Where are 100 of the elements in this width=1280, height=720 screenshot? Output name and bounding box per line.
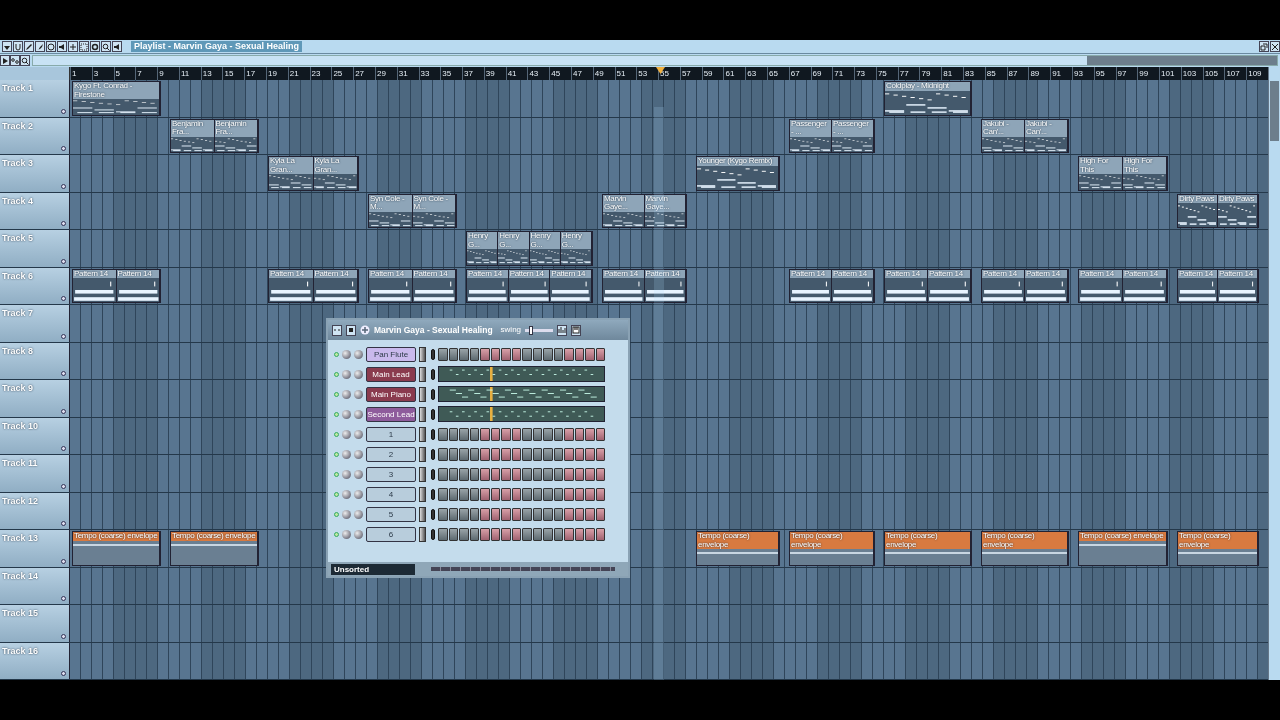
step-button[interactable] <box>480 467 490 481</box>
step-button[interactable] <box>459 467 469 481</box>
audio-clip[interactable]: Dirty Paws Dirty Paws <box>1177 193 1259 228</box>
step-button[interactable] <box>438 487 448 501</box>
step-button[interactable] <box>585 347 595 361</box>
step-button[interactable] <box>532 447 542 461</box>
step-button[interactable] <box>490 507 500 521</box>
step-button[interactable] <box>564 507 574 521</box>
scroll-thumb[interactable] <box>1087 56 1277 65</box>
step-button[interactable] <box>469 527 479 541</box>
step-button[interactable] <box>553 427 563 441</box>
channel-fader[interactable] <box>419 426 426 442</box>
step-button[interactable] <box>490 427 500 441</box>
automation-clip[interactable]: Tempo (coarse) envelope <box>884 531 972 566</box>
step-button[interactable] <box>522 347 532 361</box>
select-icon[interactable] <box>79 41 89 52</box>
restore-icon[interactable] <box>1259 41 1269 52</box>
step-button[interactable] <box>511 467 521 481</box>
step-button[interactable] <box>522 527 532 541</box>
track-header[interactable]: Track 14 <box>0 567 70 604</box>
step-button[interactable] <box>490 447 500 461</box>
step-button[interactable] <box>501 427 511 441</box>
channel-select-indicator[interactable] <box>431 508 435 520</box>
step-button[interactable] <box>532 427 542 441</box>
step-button[interactable] <box>564 467 574 481</box>
step-button[interactable] <box>574 467 584 481</box>
step-button[interactable] <box>511 527 521 541</box>
track-header[interactable]: Track 9 <box>0 380 70 417</box>
scroll-thumb[interactable] <box>1270 81 1279 141</box>
channel-fader[interactable] <box>419 446 426 462</box>
step-button[interactable] <box>595 467 605 481</box>
step-button[interactable] <box>574 487 584 501</box>
step-button[interactable] <box>532 507 542 521</box>
track-header[interactable]: Track 12 <box>0 492 70 529</box>
step-button[interactable] <box>469 467 479 481</box>
speaker-icon[interactable] <box>112 41 122 52</box>
gear-icon[interactable] <box>90 41 100 52</box>
pattern-scrollbar[interactable] <box>431 567 615 571</box>
pattern-clip[interactable]: Pattern 14 Pattern 14 Pattern 14 <box>466 268 593 303</box>
step-button[interactable] <box>448 527 458 541</box>
step-button[interactable] <box>511 427 521 441</box>
step-button[interactable] <box>532 467 542 481</box>
step-button[interactable] <box>553 507 563 521</box>
step-button[interactable] <box>438 467 448 481</box>
zoom-icon[interactable] <box>20 55 30 66</box>
channel-select-indicator[interactable] <box>431 528 435 540</box>
track-header[interactable]: Track 8 <box>0 342 70 379</box>
magnet-icon[interactable] <box>13 41 23 52</box>
step-button[interactable] <box>469 447 479 461</box>
automation-clip[interactable]: Tempo (coarse) envelope <box>1078 531 1168 566</box>
step-button[interactable] <box>553 447 563 461</box>
piano-keys-icon[interactable] <box>571 324 582 336</box>
step-button[interactable] <box>585 467 595 481</box>
audio-clip[interactable]: Younger (Kygo Remix) <box>696 156 780 191</box>
track-header[interactable]: Track 3 <box>0 155 70 192</box>
channel-fader[interactable] <box>419 366 426 382</box>
channel-fader[interactable] <box>419 406 426 422</box>
step-button[interactable] <box>480 347 490 361</box>
channel-button[interactable]: 2 <box>366 446 416 462</box>
step-button[interactable] <box>564 447 574 461</box>
channel-fader[interactable] <box>419 346 426 362</box>
channel-select-indicator[interactable] <box>431 408 435 420</box>
channel-select-indicator[interactable] <box>431 448 435 460</box>
menu-icon[interactable] <box>2 41 12 52</box>
step-button[interactable] <box>438 447 448 461</box>
step-button[interactable] <box>585 447 595 461</box>
step-button[interactable] <box>480 487 490 501</box>
swing-slider[interactable] <box>525 328 554 332</box>
pattern-clip[interactable]: Pattern 14 Pattern 14 <box>981 268 1069 303</box>
step-button[interactable] <box>553 467 563 481</box>
audio-clip[interactable]: Jakubi - Can'... Jakubi - Can'... <box>981 118 1069 153</box>
step-button[interactable] <box>501 487 511 501</box>
play-icon[interactable] <box>0 55 10 66</box>
step-button[interactable] <box>501 507 511 521</box>
step-button[interactable] <box>522 487 532 501</box>
pattern-clip[interactable]: Pattern 14 Pattern 14 <box>1177 268 1259 303</box>
audio-clip[interactable]: High For This High For This <box>1078 156 1168 191</box>
channel-button[interactable]: Main Lead <box>366 366 416 382</box>
pattern-clip[interactable]: Pattern 14 Pattern 14 <box>602 268 687 303</box>
speaker-icon[interactable] <box>57 41 67 52</box>
step-button[interactable] <box>469 487 479 501</box>
audio-clip[interactable]: Coldplay - Midnight <box>884 81 972 116</box>
channel-select-indicator[interactable] <box>431 348 435 360</box>
step-button[interactable] <box>585 527 595 541</box>
step-button[interactable] <box>553 487 563 501</box>
channel-button[interactable]: 3 <box>366 466 416 482</box>
pattern-clip[interactable]: Pattern 14 Pattern 14 <box>884 268 972 303</box>
step-button[interactable] <box>543 347 553 361</box>
brush-icon[interactable] <box>35 41 45 52</box>
channel-button[interactable]: Pan Flute <box>366 346 416 362</box>
channel-fader[interactable] <box>419 466 426 482</box>
step-button[interactable] <box>459 527 469 541</box>
step-button[interactable] <box>490 527 500 541</box>
step-button[interactable] <box>448 487 458 501</box>
step-button[interactable] <box>553 527 563 541</box>
channel-select-indicator[interactable] <box>431 368 435 380</box>
step-button[interactable] <box>564 347 574 361</box>
step-button[interactable] <box>522 507 532 521</box>
step-button[interactable] <box>459 447 469 461</box>
plus-icon[interactable] <box>360 325 370 335</box>
